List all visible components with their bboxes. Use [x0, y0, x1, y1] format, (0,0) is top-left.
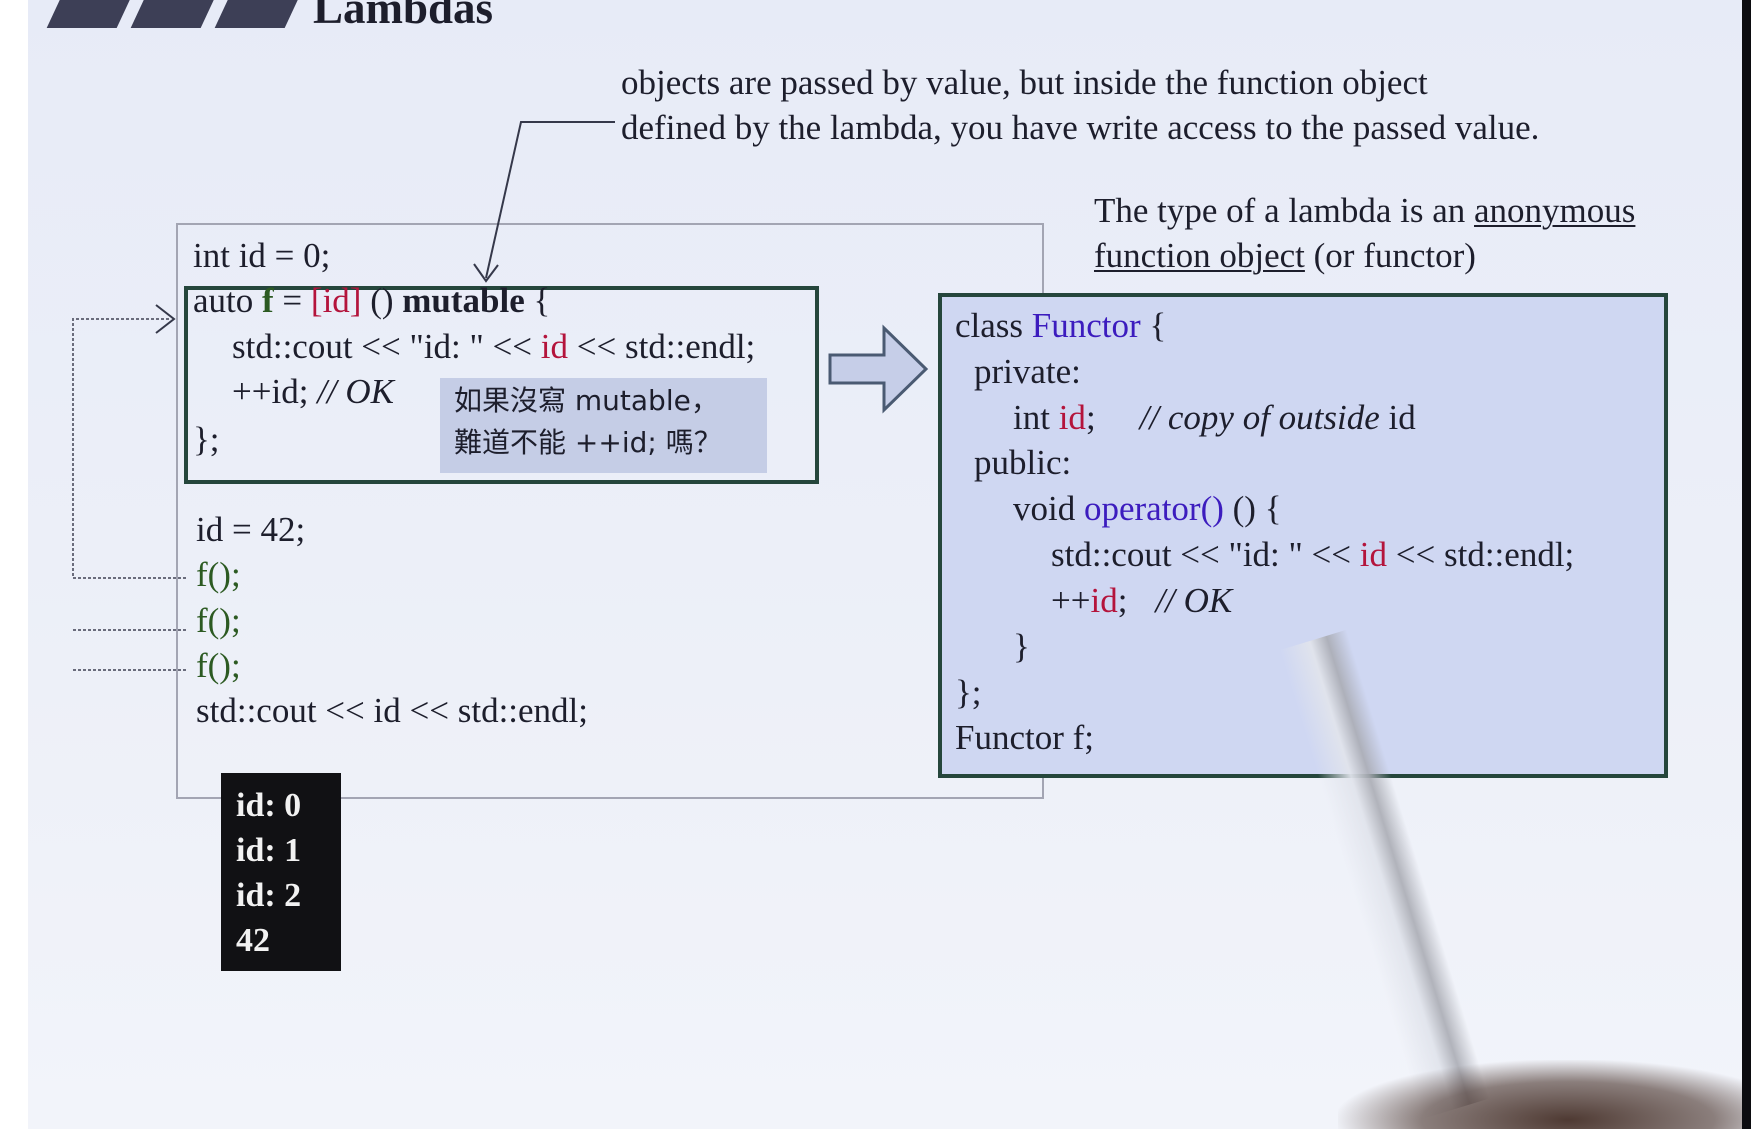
call-flow-line — [72, 318, 186, 579]
leader-arrowhead — [473, 263, 499, 283]
frame-edge-right — [1742, 0, 1751, 1129]
right-arrow-icon — [828, 324, 929, 414]
connector-overlay — [72, 121, 929, 671]
callout-leader-line — [485, 121, 615, 279]
presenter-hand-shadow — [1338, 1060, 1751, 1129]
slide: Lambdas objects are passed by value, but… — [28, 0, 1751, 1129]
